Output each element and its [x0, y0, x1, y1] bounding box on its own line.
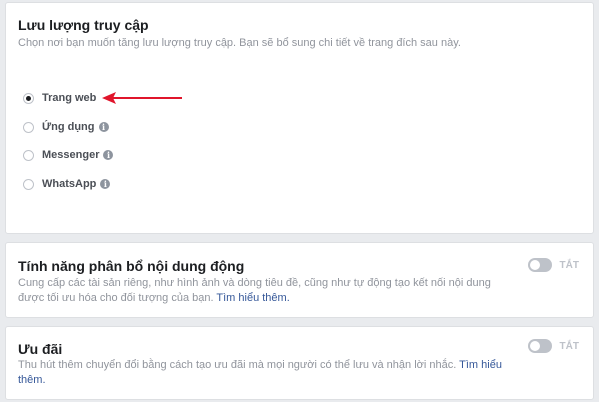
offer-toggle[interactable] [527, 339, 552, 353]
traffic-description: Chọn nơi bạn muốn tăng lưu lượng truy cậ… [18, 37, 461, 49]
offer-toggle-label: TẮT [559, 340, 579, 352]
dynamic-content-toggle-label: TẮT [559, 259, 579, 271]
info-icon[interactable]: i [103, 150, 114, 160]
radio-option-app[interactable]: Ứng dụng i [23, 119, 109, 135]
offer-title: Ưu đãi [18, 341, 63, 357]
offer-description: Thu hút thêm chuyển đổi bằng cách tạo ưu… [18, 358, 508, 388]
dynamic-content-description: Cung cấp các tài sản riêng, như hình ảnh… [18, 276, 508, 306]
info-icon[interactable]: i [100, 179, 111, 189]
radio-option-messenger[interactable]: Messenger i [23, 147, 114, 163]
radio-button-whatsapp[interactable] [23, 178, 34, 190]
radio-option-website[interactable]: Trang web [23, 90, 96, 106]
radio-label-website: Trang web [42, 92, 97, 104]
annotation-arrow-icon [102, 92, 182, 104]
radio-button-website[interactable] [23, 92, 34, 104]
offer-description-text: Thu hút thêm chuyển đổi bằng cách tạo ưu… [18, 359, 457, 371]
radio-button-messenger[interactable] [23, 149, 34, 161]
dynamic-content-title: Tính năng phân bổ nội dung động [18, 258, 245, 274]
traffic-title: Lưu lượng truy cập [18, 17, 149, 33]
info-icon[interactable]: i [98, 122, 109, 132]
offer-toggle-group: TẮT [527, 339, 579, 353]
offer-card: Ưu đãi Thu hút thêm chuyển đổi bằng cách… [5, 326, 594, 400]
radio-label-whatsapp: WhatsApp [42, 178, 97, 190]
radio-label-app: Ứng dụng [42, 121, 95, 133]
dynamic-content-card: Tính năng phân bổ nội dung động Cung cấp… [5, 242, 594, 318]
radio-label-messenger: Messenger [42, 149, 100, 161]
traffic-card: Lưu lượng truy cập Chọn nơi bạn muốn tăn… [5, 2, 594, 234]
learn-more-link[interactable]: Tìm hiểu thêm. [216, 292, 289, 304]
dynamic-content-toggle-group: TẮT [527, 258, 579, 272]
radio-button-app[interactable] [23, 121, 34, 133]
dynamic-content-toggle[interactable] [527, 258, 552, 272]
radio-option-whatsapp[interactable]: WhatsApp i [23, 176, 111, 192]
